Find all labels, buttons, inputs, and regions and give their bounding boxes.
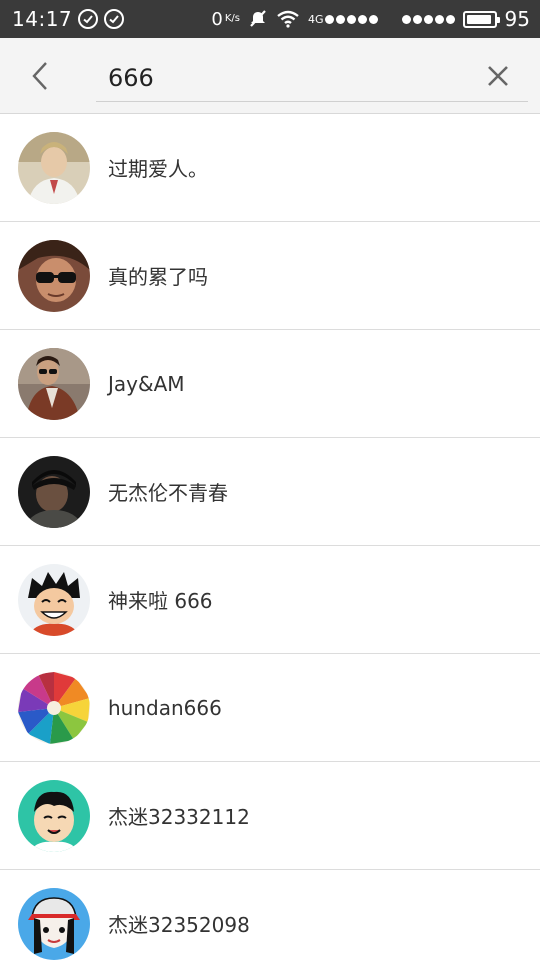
wifi-icon	[276, 10, 300, 28]
signal-dots-icon	[324, 14, 378, 24]
search-input[interactable]	[96, 54, 528, 102]
search-header	[0, 38, 540, 114]
chevron-left-icon	[32, 62, 47, 90]
network-speed: 0 K/s	[211, 8, 241, 30]
result-name: 过期爱人。	[108, 157, 208, 181]
list-item[interactable]: 杰迷32332112	[0, 762, 540, 870]
result-name: Jay&AM	[108, 371, 185, 396]
close-icon	[488, 66, 508, 86]
list-item[interactable]: Jay&AM	[0, 330, 540, 438]
list-item[interactable]: 真的累了吗	[0, 222, 540, 330]
status-bar: 14:17 0 K/s 4G 95	[0, 0, 540, 38]
avatar	[18, 455, 90, 528]
back-button[interactable]	[22, 56, 58, 96]
battery-level: 95	[504, 7, 530, 31]
status-time: 14:17	[12, 7, 73, 31]
avatar	[18, 239, 90, 312]
check-circle-icon	[78, 9, 99, 29]
list-item[interactable]: 神来啦 666	[0, 546, 540, 654]
avatar	[18, 779, 90, 852]
avatar	[18, 347, 90, 420]
result-name: 无杰伦不青春	[108, 481, 228, 505]
list-item[interactable]: 过期爱人。	[0, 114, 540, 222]
list-item[interactable]: 杰迷32352098	[0, 870, 540, 960]
result-name: 杰迷32332112	[108, 805, 250, 829]
search-results-list: 过期爱人。 真的累了吗 Jay&AM 无杰伦不青春 神来啦 666 hundan…	[0, 114, 540, 960]
list-item[interactable]: hundan666	[0, 654, 540, 762]
result-name: 神来啦 666	[108, 589, 213, 613]
avatar	[18, 671, 90, 744]
list-item[interactable]: 无杰伦不青春	[0, 438, 540, 546]
result-name: hundan666	[108, 695, 222, 720]
check-circle-icon	[104, 9, 125, 29]
avatar	[18, 887, 90, 960]
result-name: 真的累了吗	[108, 265, 208, 289]
avatar	[18, 131, 90, 204]
result-name: 杰迷32352098	[108, 913, 250, 937]
signal-dots-icon	[401, 14, 455, 24]
clear-search-button[interactable]	[480, 58, 516, 94]
mute-icon	[248, 9, 268, 29]
battery-icon	[462, 10, 500, 28]
avatar	[18, 563, 90, 636]
signal-strength: 4G	[308, 13, 378, 26]
